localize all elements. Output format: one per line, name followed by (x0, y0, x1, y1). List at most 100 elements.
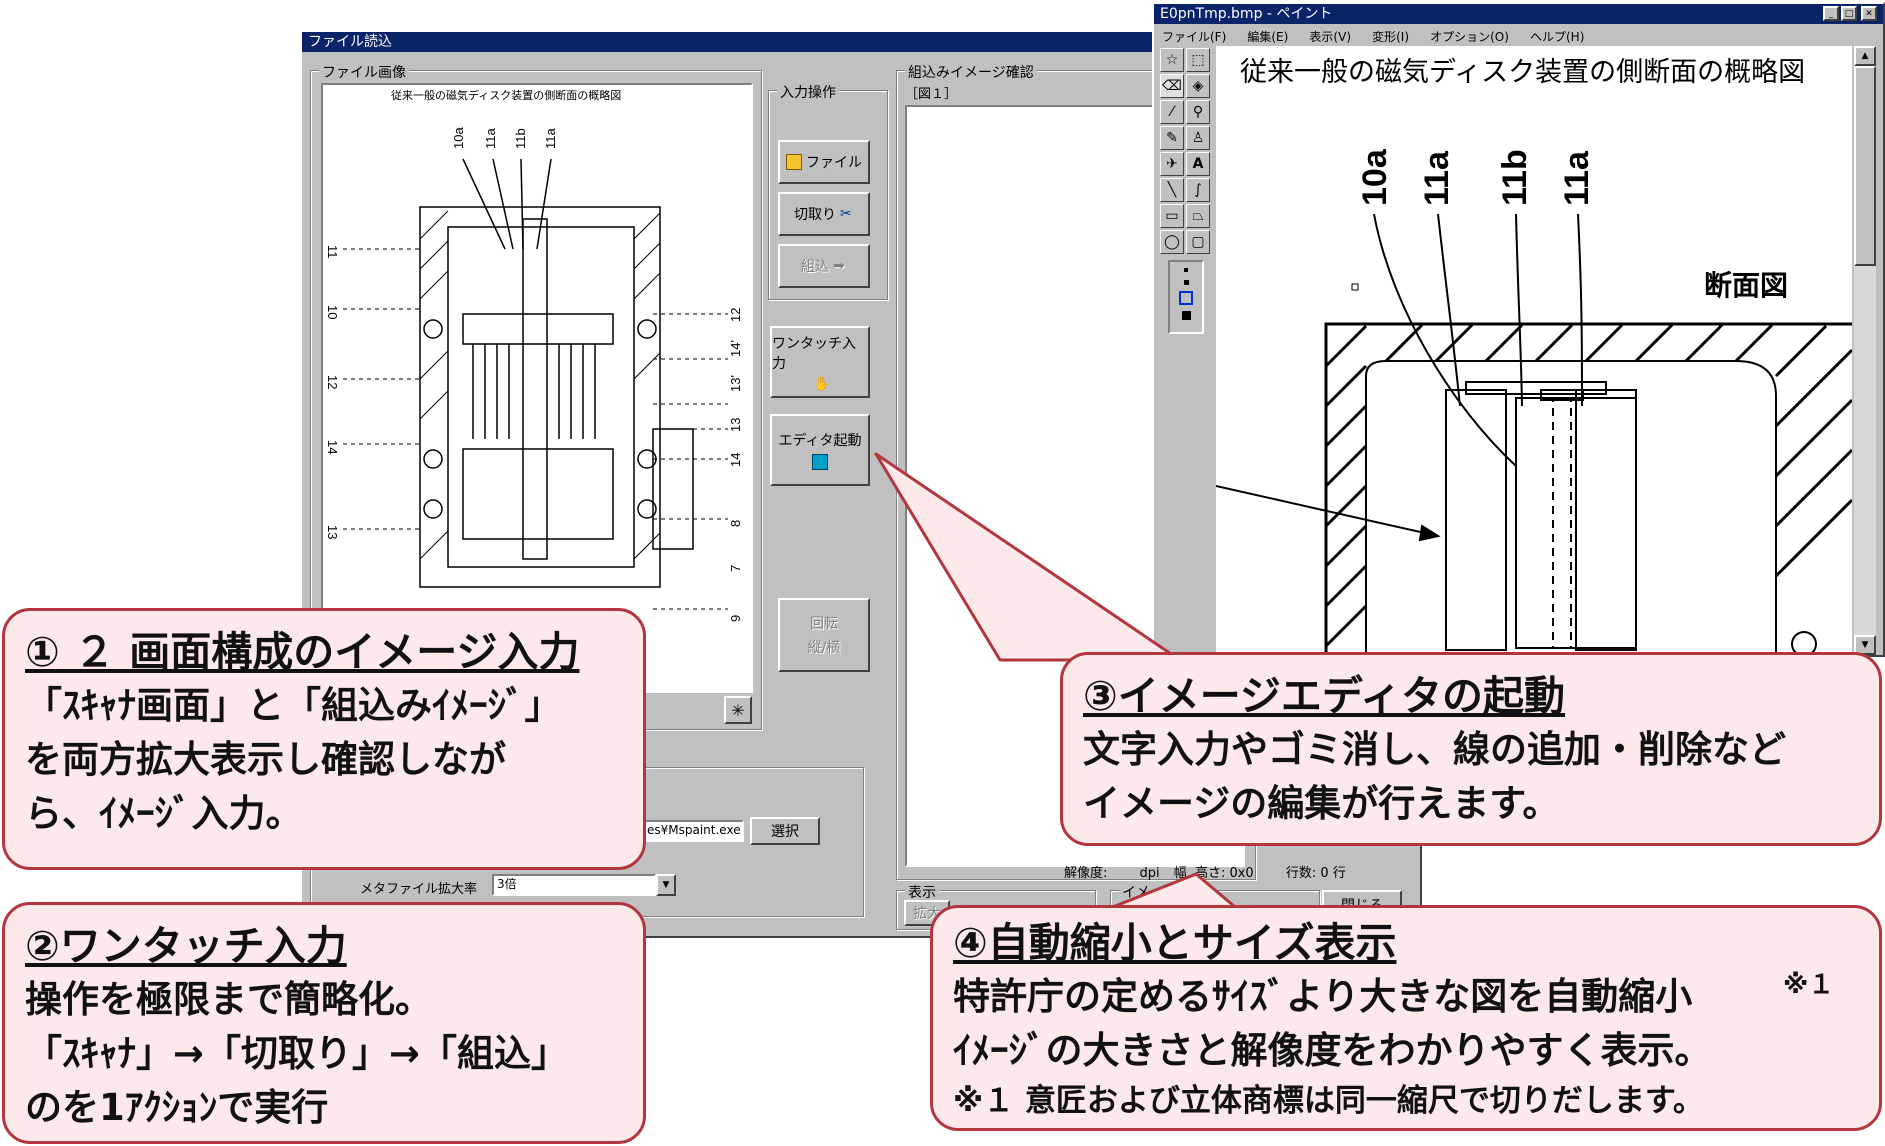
status-dpi: dpi (1139, 866, 1160, 881)
scan-label-right: 9 (728, 615, 743, 622)
status-resolution-label: 解像度: (1064, 866, 1108, 881)
file-button-label: ファイル (806, 155, 862, 171)
paint-title-text: E0pnTmp.bmp - ペイント (1160, 6, 1333, 22)
callout-2-line: 操作を極限まで簡略化。 (25, 978, 432, 1021)
menu-edit[interactable]: 編集(E) (1247, 30, 1288, 44)
onetouch-button-label: ワンタッチ入力 (772, 336, 856, 372)
rectangle-icon[interactable]: ▭ (1160, 204, 1184, 228)
ellipse-icon[interactable]: ◯ (1160, 230, 1184, 254)
arrow-right-icon: ➡ (833, 258, 845, 274)
paint-scrollbar[interactable]: ▲ ▼ (1854, 46, 1876, 655)
callout-1-line: ら、ｲﾒｰｼﾞ入力。 (25, 792, 303, 835)
hand-icon: ✋ (813, 376, 831, 392)
polygon-icon[interactable]: ⏢ (1186, 204, 1210, 228)
cut-button[interactable]: 切取り ✂ (778, 192, 870, 236)
paint-label-11a: 11a (1558, 150, 1596, 206)
menu-view[interactable]: 表示(V) (1309, 30, 1351, 44)
scan-image-view[interactable]: 従来一般の磁気ディスク装置の側断面の概略図 10a 11a 11b 11a 11… (321, 83, 753, 693)
scan-drawing: 10a 11a 11b 11a 11 10 12 14 13 12 14' 13… (325, 127, 743, 622)
maximize-icon[interactable]: □ (1841, 6, 1857, 21)
scissors-icon: ✂ (840, 206, 852, 222)
status-rows: 行数: 0 行 (1285, 866, 1346, 881)
airbrush-icon[interactable]: ✈ (1160, 152, 1184, 176)
file-button[interactable]: ファイル (778, 140, 870, 184)
rounded-rect-icon[interactable]: ▢ (1186, 230, 1210, 254)
tool-options[interactable] (1168, 260, 1204, 334)
minimize-icon[interactable]: _ (1823, 6, 1839, 21)
editor-path-field[interactable]: es¥Mspaint.exe (642, 820, 744, 842)
pencil-icon[interactable]: ✎ (1160, 126, 1184, 150)
metafile-zoom-select[interactable]: 3倍 (492, 874, 656, 896)
scan-label-left: 12 (325, 375, 340, 389)
editor-launch-button[interactable]: エディタ起動 (770, 414, 870, 486)
scroll-thumb[interactable] (1854, 66, 1876, 266)
text-tool-icon[interactable]: A (1186, 152, 1210, 176)
callout-auto-shrink: ④自動縮小とサイズ表示 特許庁の定めるｻｲｽﾞより大きな図を自動縮小 ※１ ｲﾒ… (930, 905, 1882, 1131)
callout-4-line: 特許庁の定めるｻｲｽﾞより大きな図を自動縮小 ※１ (953, 970, 1859, 1024)
scan-label-right: 14' (728, 340, 743, 357)
assemble-button[interactable]: 組込 ➡ (778, 244, 870, 288)
callout-2-line: のを1ｱｸｼｮﾝで実行 (25, 1086, 329, 1129)
eyedropper-icon[interactable]: ⁄ (1160, 100, 1184, 124)
scan-label-left: 13 (325, 525, 340, 539)
assemble-button-label: 組込 (801, 259, 829, 275)
chevron-down-icon[interactable]: ▼ (656, 874, 676, 896)
paint-icon (812, 454, 828, 470)
scan-label-right: 12 (728, 308, 743, 322)
callout-1-title: ① ２ 画面構成のイメージ入力 (25, 628, 580, 676)
rotate-button[interactable]: 回転 縦/横 (778, 598, 870, 672)
status-resolution: 解像度: dpi 幅 高さ: 0x0 行数: 0 行 (1064, 862, 1346, 881)
callout-1-line: を両方拡大表示し確認しなが (25, 738, 506, 781)
scroll-up-icon[interactable]: ▲ (1854, 46, 1876, 66)
scan-label-top: 11a (543, 128, 558, 149)
callout-4-note: ※１ 意匠および立体商標は同一縮尺で切りだします。 (953, 1083, 1704, 1119)
select-button[interactable]: 選択 (750, 817, 820, 845)
footnote-mark: ※１ (1783, 970, 1835, 1000)
magnifier-icon[interactable]: ⚲ (1186, 100, 1210, 124)
menu-image[interactable]: 変形(I) (1372, 30, 1409, 44)
paint-canvas-area[interactable]: 従来一般の磁気ディスク装置の側断面の概略図 断面図 10a 11a 11b 11… (1216, 46, 1852, 655)
paint-canvas[interactable]: 従来一般の磁気ディスク装置の側断面の概略図 断面図 10a 11a 11b 11… (1216, 46, 1852, 655)
callout-image-editor: ③イメージエディタの起動 文字入力やゴミ消し、線の追加・削除など イメージの編集… (1060, 652, 1882, 846)
eraser-icon[interactable]: ⌫ (1160, 74, 1184, 98)
free-select-icon[interactable]: ☆ (1160, 48, 1184, 72)
scan-label-top: 10a (451, 127, 466, 149)
assembly-confirm-label: 組込みイメージ確認 (905, 62, 1037, 82)
callout-onetouch: ②ワンタッチ入力 操作を極限まで簡略化。 「ｽｷｬﾅ」→「切取り」→「組込」 の… (2, 902, 646, 1144)
scan-label-right: 8 (728, 520, 743, 527)
paint-menubar: ファイル(F) 編集(E) 表示(V) 変形(I) オプション(O) ヘルプ(H… (1162, 26, 1600, 45)
scan-label-left: 11 (325, 245, 340, 259)
paint-label-10a: 10a (1356, 148, 1394, 206)
callout-4-line-text: 特許庁の定めるｻｲｽﾞより大きな図を自動縮小 (953, 975, 1693, 1018)
editor-button-label: エディタ起動 (778, 433, 862, 449)
select-button-label: 選択 (771, 824, 799, 840)
scan-label-right: 14 (728, 453, 743, 467)
onetouch-input-button[interactable]: ワンタッチ入力 ✋ (770, 326, 870, 398)
callout-dual-screen: ① ２ 画面構成のイメージ入力 「ｽｷｬﾅ画面」と「組込みｲﾒｰｼﾞ」 を両方拡… (2, 608, 646, 870)
menu-options[interactable]: オプション(O) (1430, 30, 1509, 44)
callout-2-line: 「ｽｷｬﾅ」→「切取り」→「組込」 (25, 1032, 569, 1075)
menu-file[interactable]: ファイル(F) (1162, 30, 1226, 44)
close-icon[interactable]: ✕ (1861, 6, 1877, 21)
callout-2-title: ②ワンタッチ入力 (25, 922, 347, 970)
rotate-label: 回転 (810, 616, 838, 632)
rect-select-icon[interactable]: ⬚ (1186, 48, 1210, 72)
menu-help[interactable]: ヘルプ(H) (1530, 30, 1584, 44)
cut-button-label: 切取り (794, 207, 836, 223)
scan-label-right: 13' (728, 375, 743, 392)
scan-label-left: 10 (325, 305, 340, 319)
fill-icon[interactable]: ◈ (1186, 74, 1210, 98)
curve-icon[interactable]: ∫ (1186, 178, 1210, 202)
figure-label: ［図１］ (905, 87, 958, 102)
paint-label-11a: 11a (1418, 150, 1456, 206)
paint-toolbox: ☆ ⬚ ⌫ ◈ ⁄ ⚲ ✎ ♙ ✈ A ╲ ∫ ▭ ⏢ ◯ ▢ (1158, 46, 1212, 346)
callout-3-title: ③イメージエディタの起動 (1083, 672, 1566, 720)
settings-gear-icon[interactable]: ✳ (724, 696, 752, 724)
callout-4-title: ④自動縮小とサイズ表示 (953, 919, 1397, 967)
line-icon[interactable]: ╲ (1160, 178, 1184, 202)
callout-3-line: イメージの編集が行えます。 (1083, 782, 1560, 825)
scan-label-top: 11b (513, 128, 528, 149)
paint-window: E0pnTmp.bmp - ペイント _ □ ✕ ファイル(F) 編集(E) 表… (1152, 2, 1885, 657)
brush-icon[interactable]: ♙ (1186, 126, 1210, 150)
paint-label-11b: 11b (1496, 149, 1534, 206)
